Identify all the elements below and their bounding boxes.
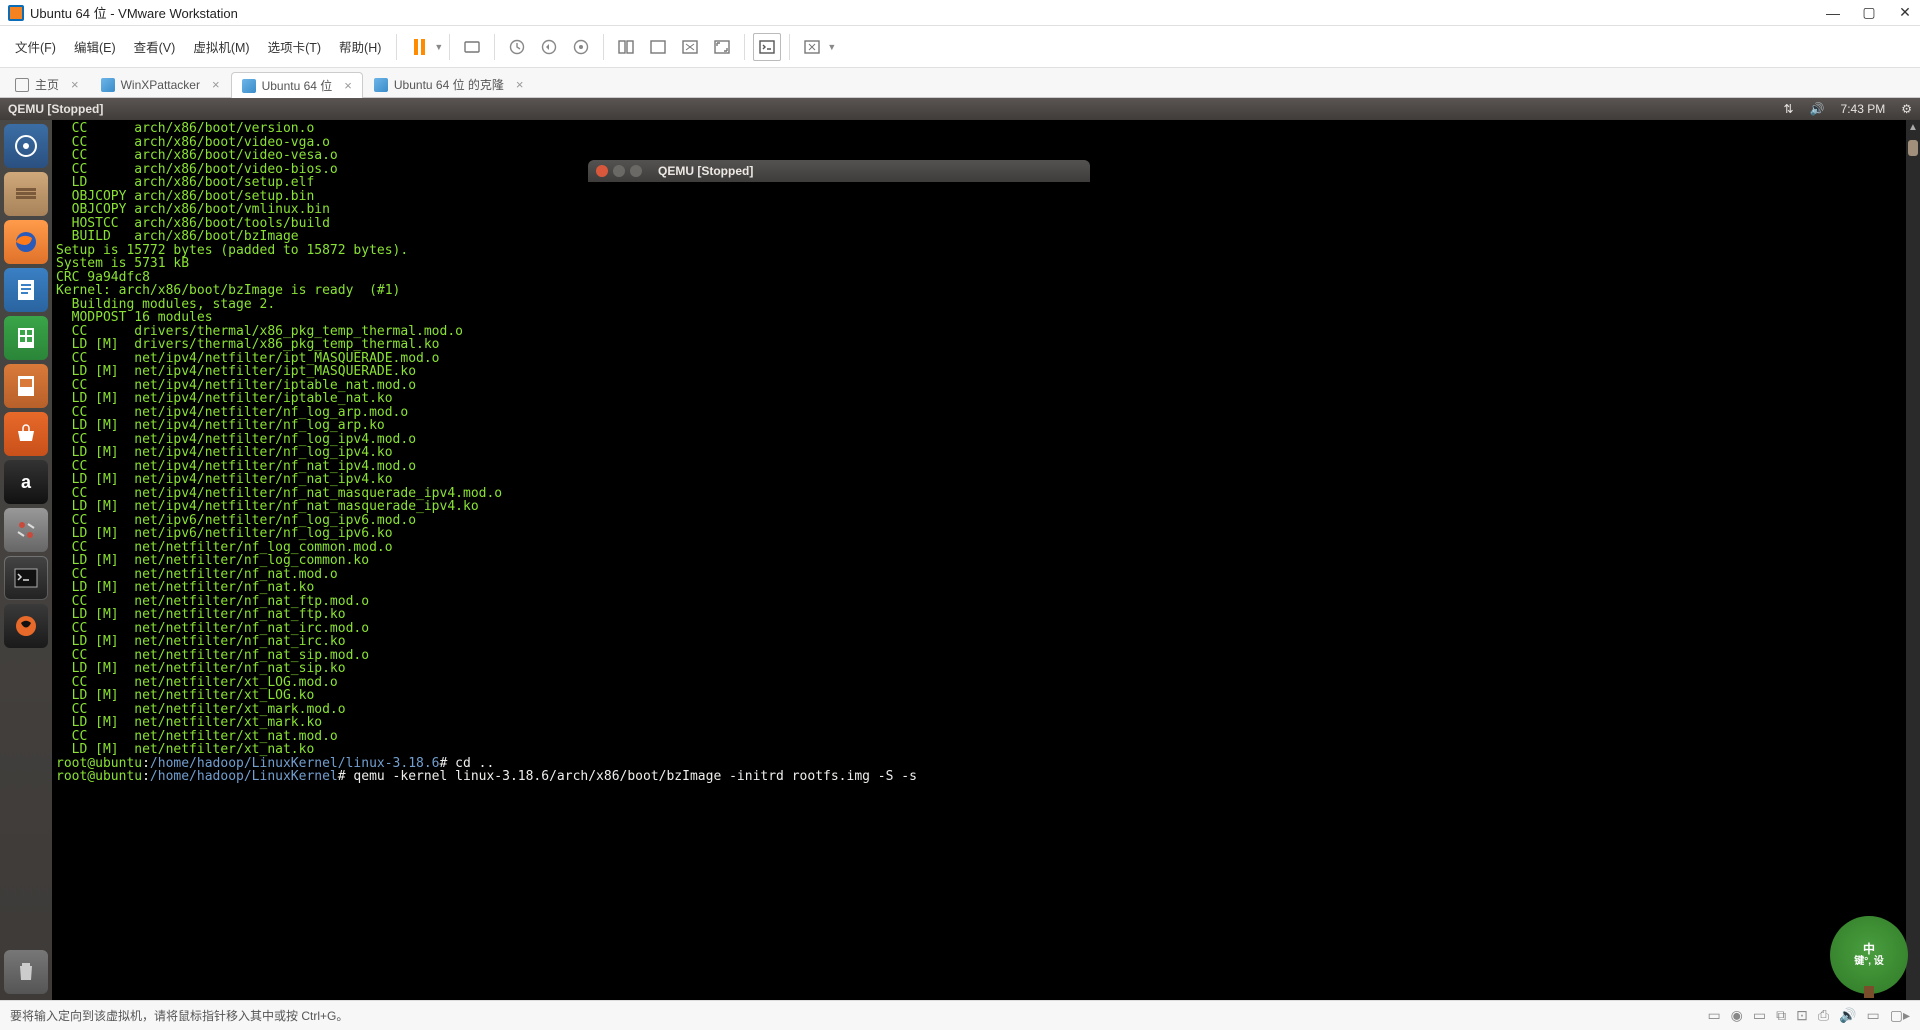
messages-icon[interactable]: ▢▸: [1890, 1007, 1910, 1024]
minimize-button[interactable]: —: [1826, 6, 1840, 20]
terminal-output[interactable]: CC arch/x86/boot/version.o CC arch/x86/b…: [52, 120, 1920, 1000]
amazon-icon[interactable]: a: [4, 460, 48, 504]
cd-icon[interactable]: ◉: [1731, 1007, 1743, 1024]
ime-line1: 中: [1863, 942, 1875, 956]
tab-winxp[interactable]: WinXPattacker ×: [90, 71, 231, 97]
separator: [494, 34, 495, 60]
maximize-traffic-icon[interactable]: [630, 165, 642, 177]
usb-icon[interactable]: ⊡: [1796, 1007, 1808, 1024]
snapshot-revert-button[interactable]: [535, 33, 563, 61]
printer-icon[interactable]: ⎙: [1818, 1007, 1829, 1024]
close-icon[interactable]: ×: [71, 77, 79, 92]
close-icon[interactable]: ×: [212, 77, 220, 92]
writer-icon[interactable]: [4, 268, 48, 312]
tab-home[interactable]: 主页 ×: [4, 71, 90, 97]
floppy-icon[interactable]: ▭: [1753, 1007, 1766, 1024]
console-button[interactable]: [753, 33, 781, 61]
display-icon[interactable]: ▭: [1867, 1007, 1880, 1024]
files-icon[interactable]: [4, 172, 48, 216]
network-adapter-icon[interactable]: ⧉: [1776, 1007, 1786, 1024]
close-button[interactable]: ✕: [1898, 6, 1912, 20]
tab-label: 主页: [35, 76, 59, 93]
menu-file[interactable]: 文件(F): [6, 31, 65, 62]
scroll-up-icon[interactable]: ▲: [1906, 120, 1920, 134]
firefox-icon[interactable]: [4, 220, 48, 264]
terminal-scrollbar[interactable]: ▲: [1906, 120, 1920, 1000]
tab-bar: 主页 × WinXPattacker × Ubuntu 64 位 × Ubunt…: [0, 68, 1920, 98]
tab-ubuntu[interactable]: Ubuntu 64 位 ×: [231, 72, 363, 98]
separator: [449, 34, 450, 60]
layout-fullscreen-button[interactable]: [708, 33, 736, 61]
close-icon[interactable]: ×: [516, 77, 524, 92]
close-icon[interactable]: ×: [344, 78, 352, 93]
dash-icon[interactable]: [4, 124, 48, 168]
window-titlebar: Ubuntu 64 位 - VMware Workstation — ▢ ✕: [0, 0, 1920, 26]
separator: [603, 34, 604, 60]
network-icon[interactable]: ⇅: [1784, 102, 1794, 116]
traffic-lights: [596, 165, 642, 177]
layout-stretch-button[interactable]: [676, 33, 704, 61]
menu-vm[interactable]: 虚拟机(M): [184, 31, 258, 62]
sound-icon[interactable]: 🔊: [1839, 1007, 1856, 1024]
gear-icon[interactable]: ⚙: [1901, 102, 1912, 116]
menu-tabs[interactable]: 选项卡(T): [259, 31, 330, 62]
vm-icon: [242, 79, 256, 93]
window-controls: — ▢ ✕: [1826, 6, 1912, 20]
tab-ubuntu-clone[interactable]: Ubuntu 64 位 的克隆 ×: [363, 71, 535, 97]
guest-display[interactable]: QEMU [Stopped] ⇅ 🔊 7:43 PM ⚙ a CC arch/x…: [0, 98, 1920, 1000]
vm-icon: [374, 78, 388, 92]
status-icons: ▭ ◉ ▭ ⧉ ⊡ ⎙ 🔊 ▭ ▢▸: [1707, 1007, 1910, 1024]
vmware-appicon: [8, 5, 24, 21]
tab-label: WinXPattacker: [121, 78, 200, 92]
maximize-button[interactable]: ▢: [1862, 6, 1876, 20]
terminal-icon[interactable]: [4, 556, 48, 600]
ubuntu-topbar: QEMU [Stopped] ⇅ 🔊 7:43 PM ⚙: [0, 98, 1920, 120]
pause-vm-button[interactable]: [405, 33, 433, 61]
layout-single-button[interactable]: [612, 33, 640, 61]
vm-icon: [101, 78, 115, 92]
menu-help[interactable]: 帮助(H): [330, 31, 390, 62]
clock[interactable]: 7:43 PM: [1841, 102, 1886, 116]
status-bar: 要将输入定向到该虚拟机，请将鼠标指针移入其中或按 Ctrl+G。 ▭ ◉ ▭ ⧉…: [0, 1000, 1920, 1030]
separator: [744, 34, 745, 60]
ubuntu-launcher: a: [0, 120, 52, 1000]
calc-icon[interactable]: [4, 316, 48, 360]
tab-label: Ubuntu 64 位 的克隆: [394, 76, 504, 93]
settings-icon[interactable]: [4, 508, 48, 552]
window-title: Ubuntu 64 位 - VMware Workstation: [30, 3, 238, 22]
unity-button[interactable]: [798, 33, 826, 61]
disk-icon[interactable]: ▭: [1707, 1007, 1720, 1024]
menu-view[interactable]: 查看(V): [125, 31, 185, 62]
tree-trunk-icon: [1864, 986, 1874, 998]
volume-icon[interactable]: 🔊: [1810, 102, 1825, 116]
impress-icon[interactable]: [4, 364, 48, 408]
scroll-thumb[interactable]: [1908, 140, 1918, 156]
qemu-window[interactable]: QEMU [Stopped]: [588, 160, 1090, 182]
dropdown-icon[interactable]: ▼: [434, 42, 443, 52]
menubar: 文件(F) 编辑(E) 查看(V) 虚拟机(M) 选项卡(T) 帮助(H) ▼ …: [0, 26, 1920, 68]
ubuntu-top-right: ⇅ 🔊 7:43 PM ⚙: [1784, 102, 1912, 116]
separator: [396, 34, 397, 60]
ime-badge[interactable]: 中 键°, 设: [1830, 916, 1908, 994]
dropdown-icon[interactable]: ▼: [827, 42, 836, 52]
menu-edit[interactable]: 编辑(E): [65, 31, 125, 62]
close-traffic-icon[interactable]: [596, 165, 608, 177]
minimize-traffic-icon[interactable]: [613, 165, 625, 177]
tab-label: Ubuntu 64 位: [262, 77, 333, 94]
snapshot-manager-button[interactable]: [567, 33, 595, 61]
app-icon[interactable]: [4, 604, 48, 648]
send-ctrlaltdel-button[interactable]: [458, 33, 486, 61]
home-icon: [15, 78, 29, 92]
software-icon[interactable]: [4, 412, 48, 456]
snapshot-button[interactable]: [503, 33, 531, 61]
qemu-window-title: QEMU [Stopped]: [658, 164, 753, 178]
ubuntu-top-title: QEMU [Stopped]: [8, 102, 103, 116]
ime-line2: 键°, 设: [1854, 956, 1884, 968]
separator: [789, 34, 790, 60]
layout-thumb-button[interactable]: [644, 33, 672, 61]
status-text: 要将输入定向到该虚拟机，请将鼠标指针移入其中或按 Ctrl+G。: [10, 1007, 348, 1024]
trash-icon[interactable]: [4, 950, 48, 994]
